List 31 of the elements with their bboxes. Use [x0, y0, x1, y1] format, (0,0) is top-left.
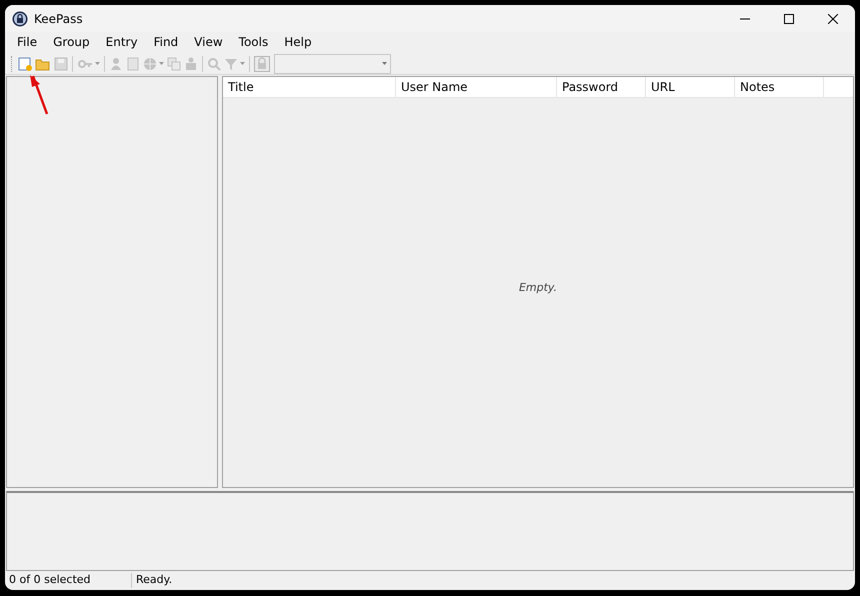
lock-icon	[254, 56, 270, 72]
column-header[interactable]: Notes	[735, 77, 824, 97]
column-header[interactable]: User Name	[396, 77, 557, 97]
empty-list-text: Empty.	[518, 281, 558, 294]
close-icon	[828, 14, 838, 24]
menu-item[interactable]: Tools	[230, 35, 276, 53]
dropdown-caret-icon	[382, 62, 387, 65]
globe-icon	[143, 56, 157, 70]
column-header[interactable]: Password	[557, 77, 646, 97]
search-icon	[207, 56, 221, 70]
maximize-icon	[784, 14, 794, 24]
menu-item[interactable]: Entry	[98, 35, 146, 53]
filter-icon	[224, 56, 238, 70]
menu-item[interactable]: Help	[276, 35, 320, 53]
window-title: KeePass	[34, 12, 83, 26]
copy-icon	[167, 56, 181, 70]
document-icon	[126, 56, 140, 70]
menu-item[interactable]: Group	[45, 35, 98, 53]
new-document-icon	[18, 56, 32, 70]
selection-count: 0 of 0 selected	[5, 573, 132, 588]
column-header[interactable]: URL	[646, 77, 735, 97]
padlock-logo-icon	[12, 10, 28, 26]
annotation-arrow	[27, 74, 49, 116]
status-message: Ready.	[135, 573, 172, 588]
menu-item[interactable]: File	[9, 35, 46, 53]
person-icon	[184, 56, 198, 70]
user-icon	[109, 56, 123, 70]
column-header[interactable]: Title	[223, 77, 396, 97]
folder-icon	[35, 56, 51, 70]
menu-item[interactable]: Find	[146, 35, 186, 53]
menu-item[interactable]: View	[186, 35, 231, 53]
